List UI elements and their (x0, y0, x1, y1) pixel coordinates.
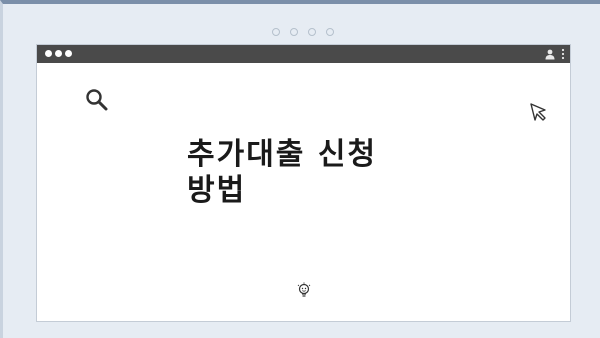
kebab-icon[interactable] (560, 48, 566, 60)
window-control-dot-icon[interactable] (65, 50, 72, 57)
window-titlebar (37, 45, 570, 63)
pagination-dot[interactable] (272, 28, 280, 36)
page-title: 추가대출 신청 방법 (187, 137, 378, 208)
cursor-arrow-icon (530, 103, 546, 121)
pagination-dots (3, 28, 600, 36)
page-canvas: 추가대출 신청 방법 (0, 0, 600, 338)
search-icon[interactable] (84, 87, 110, 113)
window-control-dot-icon[interactable] (55, 50, 62, 57)
browser-window: 추가대출 신청 방법 (36, 44, 571, 322)
lightbulb-icon (297, 282, 311, 297)
user-icon[interactable] (544, 48, 556, 60)
window-controls (45, 50, 75, 57)
pagination-dot[interactable] (290, 28, 298, 36)
window-control-dot-icon[interactable] (45, 50, 52, 57)
pagination-dot[interactable] (308, 28, 316, 36)
pagination-dot[interactable] (326, 28, 334, 36)
